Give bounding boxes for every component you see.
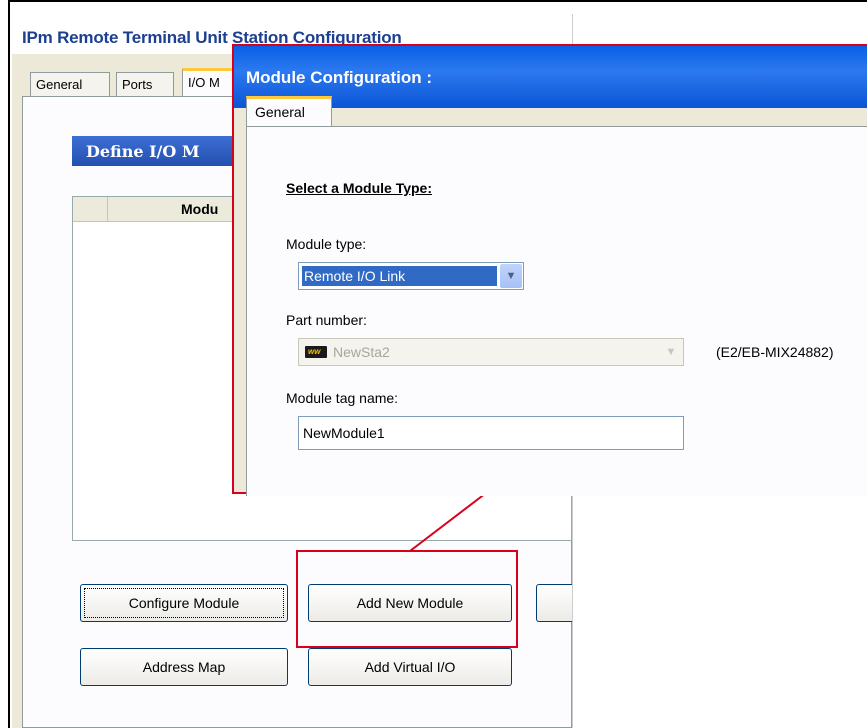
tag-name-input[interactable]: NewModule1 [298,416,684,450]
section-heading: Select a Module Type: [286,180,432,196]
part-number-select[interactable]: ww NewSta2 ▼ [298,338,684,366]
part-number-value: NewSta2 [333,344,390,360]
configure-module-button[interactable]: Configure Module [80,584,288,622]
dialog-title: Module Configuration : [246,68,433,87]
dialog-tab-general[interactable]: General [246,96,332,126]
tab-ports[interactable]: Ports [116,72,174,96]
address-map-label: Address Map [142,659,226,675]
tab-general[interactable]: General [30,72,110,96]
address-map-button[interactable]: Address Map [80,648,288,686]
module-configuration-dialog: Module Configuration : General Select a … [232,44,867,496]
partial-button[interactable] [536,584,572,622]
module-chip-icon: ww [305,346,327,358]
add-virtual-io-button[interactable]: Add Virtual I/O [308,648,512,686]
tag-name-label: Module tag name: [286,390,399,406]
column-header-module[interactable]: Modu [181,201,218,217]
part-number-code: (E2/EB-MIX24882) [716,344,834,360]
column-separator [107,197,108,221]
chevron-down-icon: ▼ [660,340,682,364]
section-header-label: Define I/O M [86,142,200,161]
module-type-label: Module type: [286,236,367,252]
add-virtual-io-label: Add Virtual I/O [364,659,456,675]
configure-module-label: Configure Module [128,595,240,611]
chevron-down-icon[interactable]: ▼ [500,264,522,288]
module-type-select[interactable]: Remote I/O Link ▼ [298,262,524,290]
tag-name-value: NewModule1 [303,425,385,441]
module-type-value: Remote I/O Link [302,266,497,286]
highlight-box [296,550,518,648]
part-number-label: Part number: [286,312,367,328]
